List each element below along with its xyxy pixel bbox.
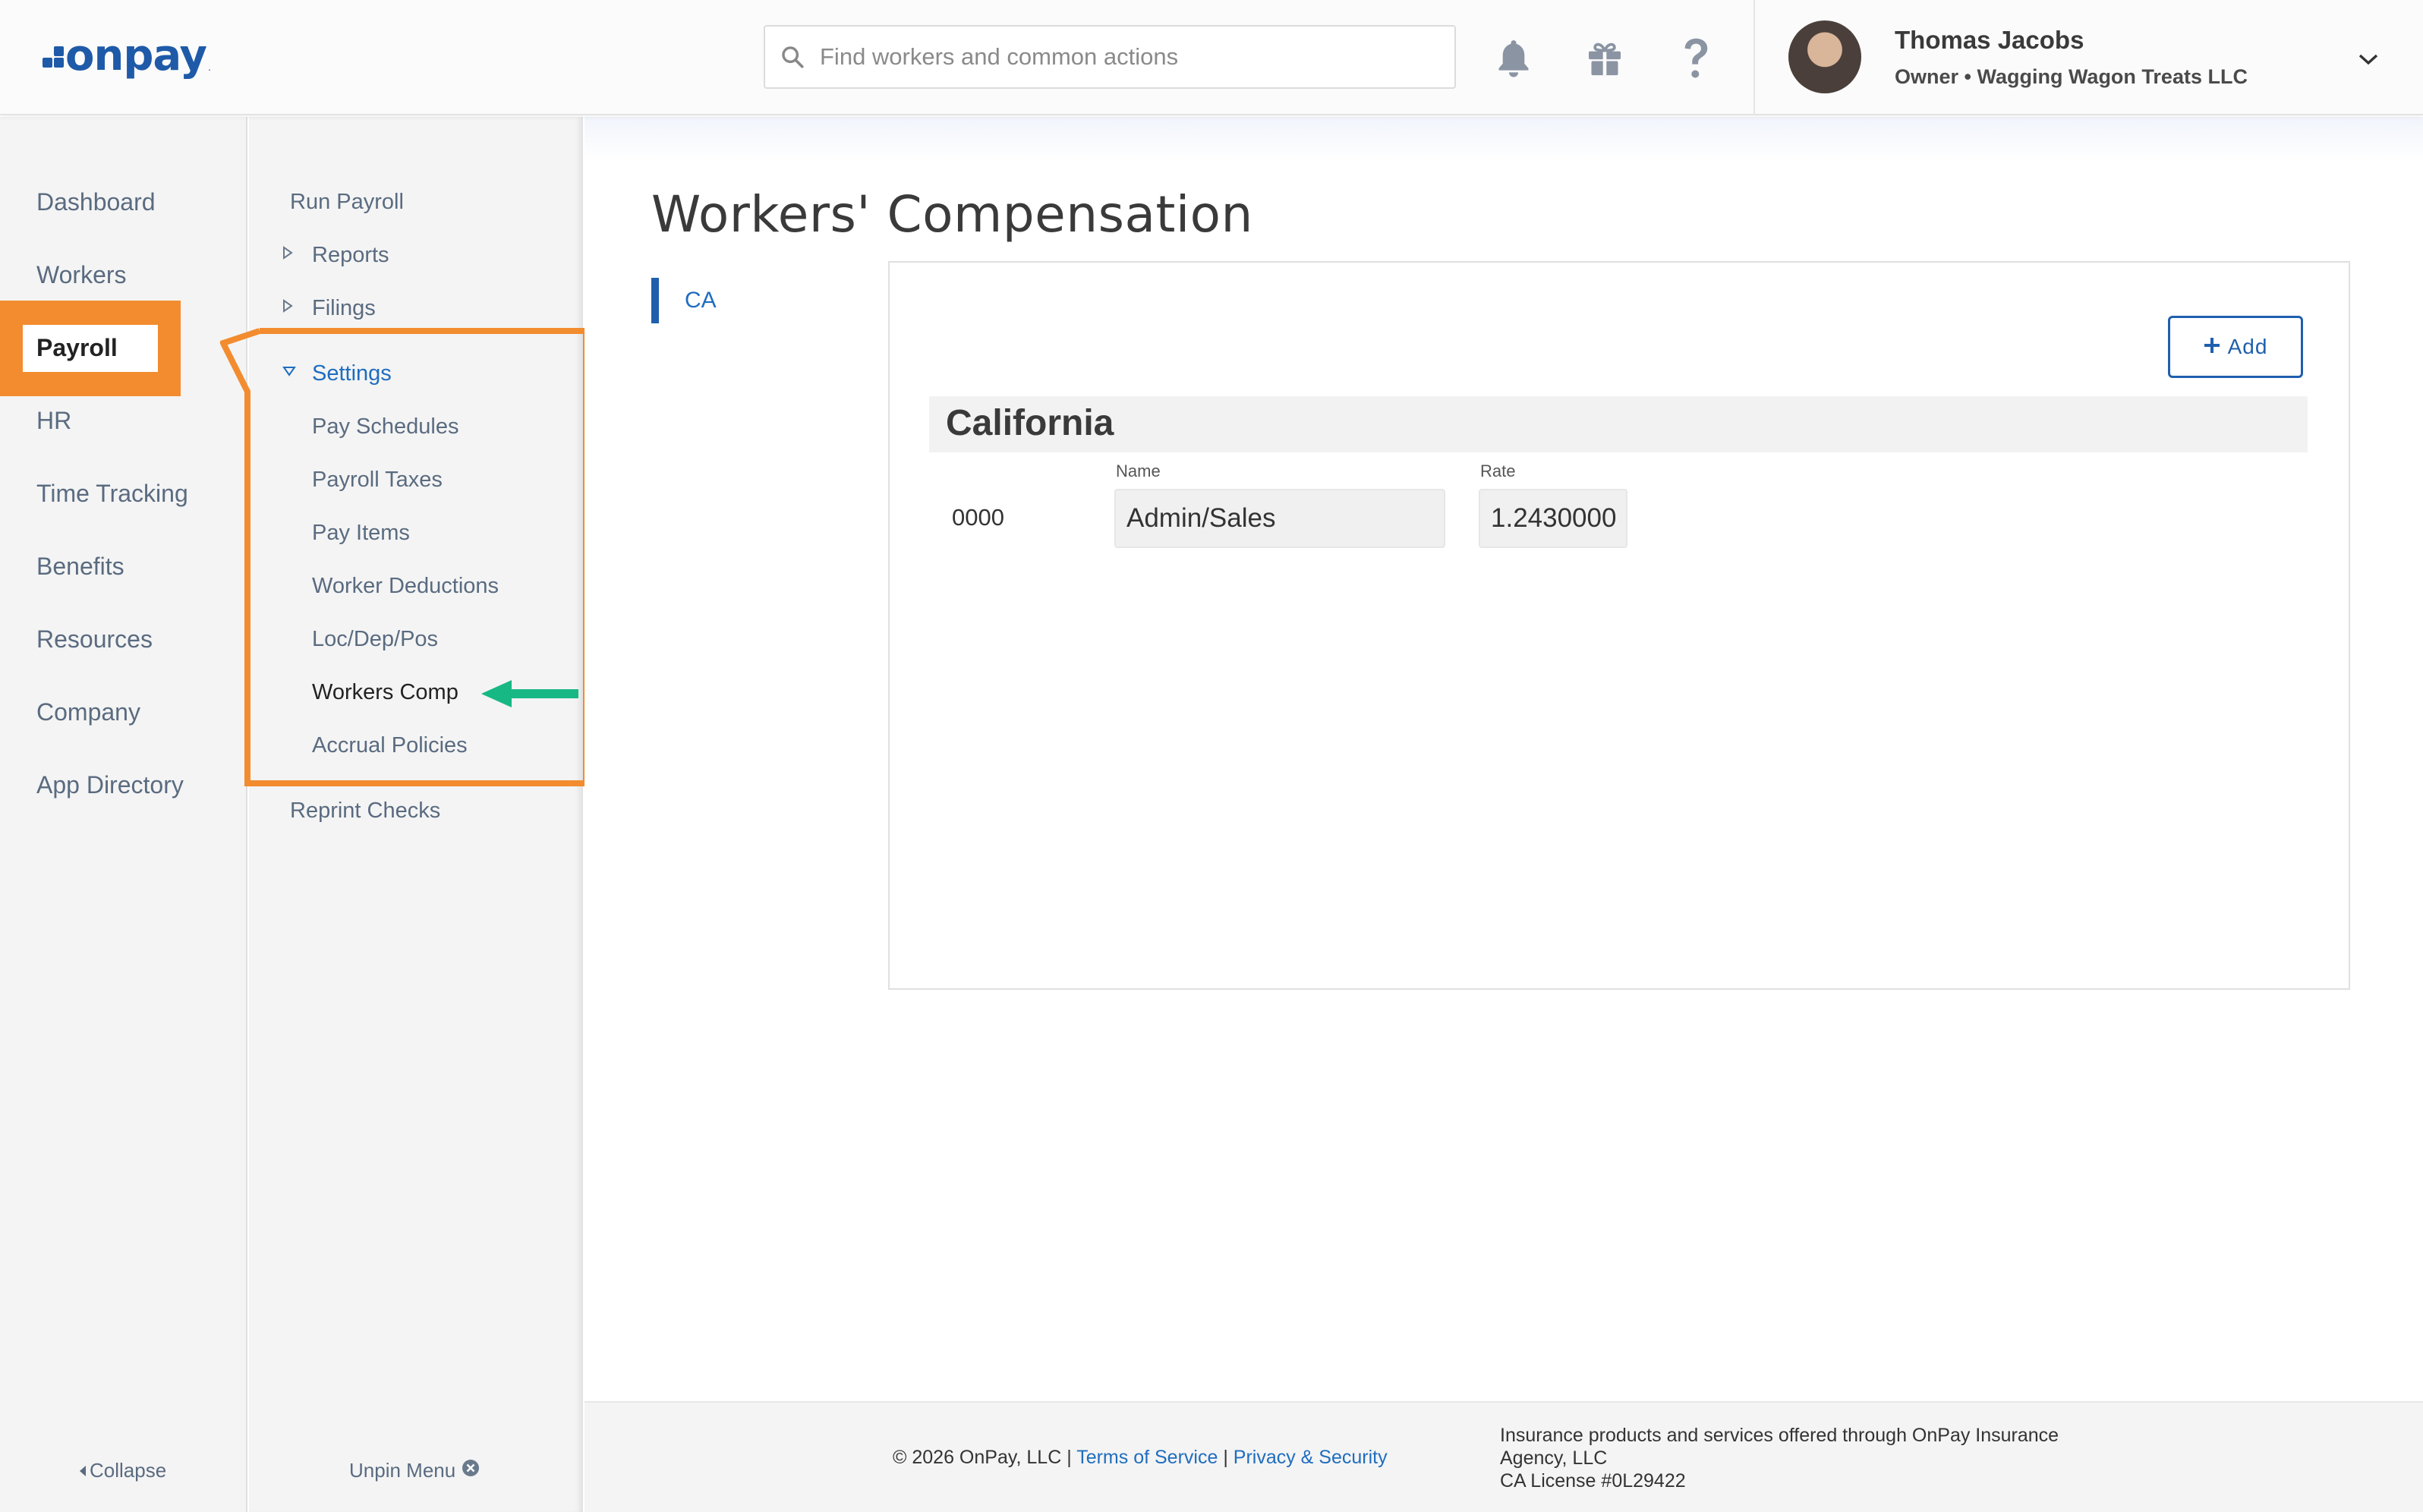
workers-comp-card (888, 261, 2350, 990)
chevron-down-icon[interactable] (2353, 44, 2384, 74)
subnav-accrual-policies[interactable]: Accrual Policies (312, 733, 468, 758)
help-icon[interactable] (1673, 33, 1719, 83)
chevron-left-icon (79, 1459, 87, 1482)
user-role[interactable]: Owner • Wagging Wagon Treats LLC (1895, 65, 2248, 89)
subnav-worker-deductions[interactable]: Worker Deductions (312, 574, 499, 599)
subnav-reports[interactable]: Reports (312, 243, 389, 268)
green-arrow-icon (480, 677, 580, 714)
main-top-shadow (584, 117, 2423, 162)
logo-text: onpay (65, 30, 207, 80)
name-label: Name (1116, 461, 1161, 480)
subnav-pay-items[interactable]: Pay Items (312, 521, 410, 546)
copyright-text: © 2026 OnPay, LLC | (893, 1447, 1072, 1468)
subnav-reprint-checks[interactable]: Reprint Checks (290, 799, 440, 824)
sidebar-item-hr[interactable]: HR (36, 407, 71, 435)
collapse-button[interactable]: Collapse (79, 1459, 166, 1482)
onpay-logo[interactable]: onpay . (41, 29, 211, 82)
footer-legal: © 2026 OnPay, LLC | Terms of Service | P… (893, 1447, 1388, 1469)
sidebar-item-workers[interactable]: Workers (36, 261, 127, 289)
expand-triangle-icon (282, 246, 293, 263)
user-name[interactable]: Thomas Jacobs (1895, 26, 2084, 55)
add-button[interactable]: Add (2168, 316, 2303, 378)
subnav-loc-dep-pos[interactable]: Loc/Dep/Pos (312, 627, 438, 652)
settings-highlight-frame (219, 319, 592, 793)
state-tab-ca[interactable]: CA (651, 278, 717, 323)
search-icon (765, 25, 820, 89)
search-input[interactable] (820, 43, 1442, 71)
name-field[interactable] (1114, 489, 1445, 548)
subnav-filings[interactable]: Filings (312, 296, 376, 321)
sidebar-item-resources[interactable]: Resources (36, 625, 153, 654)
rate-label: Rate (1480, 461, 1516, 480)
unpin-menu-button[interactable]: Unpin Menu (349, 1459, 480, 1482)
unpin-label: Unpin Menu (349, 1459, 456, 1482)
gift-icon[interactable] (1582, 33, 1627, 83)
subnav-pay-schedules[interactable]: Pay Schedules (312, 414, 458, 439)
subnav-settings[interactable]: Settings (312, 361, 392, 386)
collapse-label: Collapse (90, 1459, 167, 1482)
insurance-line-1: Insurance products and services offered … (1500, 1425, 2059, 1446)
subnav-payroll-taxes[interactable]: Payroll Taxes (312, 468, 443, 493)
class-code: 0000 (952, 504, 1004, 531)
privacy-link[interactable]: Privacy & Security (1234, 1447, 1388, 1468)
rate-field[interactable] (1479, 489, 1627, 548)
sidebar-item-time-tracking[interactable]: Time Tracking (36, 480, 188, 508)
subnav-run-payroll[interactable]: Run Payroll (290, 190, 404, 215)
search-box[interactable] (764, 25, 1456, 89)
sidebar-item-dashboard[interactable]: Dashboard (36, 188, 156, 216)
state-section-header (929, 396, 2308, 452)
terms-link[interactable]: Terms of Service (1076, 1447, 1218, 1468)
insurance-line-2: Agency, LLC (1500, 1447, 1608, 1469)
bell-icon[interactable] (1491, 33, 1536, 83)
add-label: Add (2227, 335, 2268, 358)
sidebar-item-benefits[interactable]: Benefits (36, 553, 124, 581)
state-name: California (946, 403, 1114, 443)
expand-triangle-icon (282, 299, 293, 317)
plus-icon (2204, 335, 2220, 359)
page-title: Workers' Compensation (651, 185, 1253, 244)
sidebar-item-payroll[interactable]: Payroll (36, 334, 118, 362)
license-text: CA License #0L29422 (1500, 1470, 1686, 1492)
top-header: onpay . Thomas Jacobs Owner • Wagging Wa… (0, 0, 2423, 115)
logo-dots-icon (41, 42, 64, 69)
subnav-workers-comp[interactable]: Workers Comp (312, 680, 458, 705)
close-circle-icon (462, 1459, 480, 1482)
logo-mark: . (208, 61, 211, 73)
collapse-triangle-icon (282, 366, 296, 380)
header-divider (1753, 0, 1755, 115)
footer-separator: | (1223, 1447, 1228, 1468)
avatar[interactable] (1788, 20, 1861, 93)
sidebar-item-app-directory[interactable]: App Directory (36, 771, 184, 799)
insurance-disclaimer: Insurance products and services offered … (1500, 1424, 2107, 1492)
sidebar-item-company[interactable]: Company (36, 698, 140, 726)
